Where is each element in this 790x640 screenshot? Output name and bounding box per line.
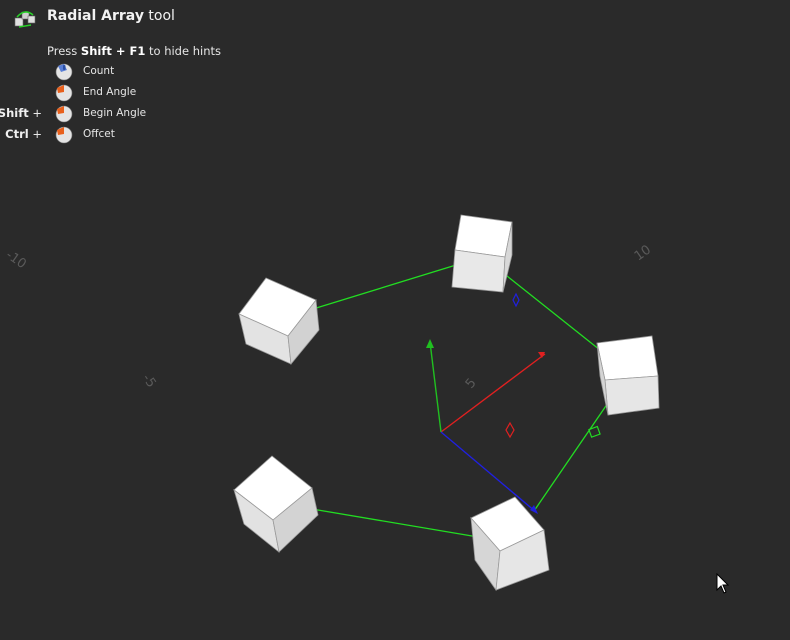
array-link-line: [533, 399, 611, 512]
hide-hints-instruction: Press Shift + F1 to hide hints: [47, 44, 221, 58]
hint-row-end-angle: End Angle: [0, 82, 220, 102]
hint-row-count: Count: [0, 61, 220, 81]
hint-modifier-ctrl: Ctrl +: [5, 127, 42, 141]
gizmo-z-axis[interactable]: [440, 431, 537, 513]
gizmo-red-handle[interactable]: [505, 421, 515, 439]
hint-prefix: Press: [47, 44, 81, 58]
array-cube[interactable]: [451, 214, 513, 293]
grid-label-neg5: -5: [139, 371, 159, 390]
hint-row-offcet: Ctrl + Offcet: [0, 124, 220, 144]
array-link-lines: [311, 264, 611, 538]
gizmo-blue-handle[interactable]: [512, 292, 520, 308]
tool-title-rest: tool: [143, 8, 175, 24]
mouse-left-button-icon: [55, 126, 73, 144]
array-link-line: [311, 508, 479, 538]
gizmo-y-axis[interactable]: [429, 341, 442, 433]
mouse-left-button-icon: [55, 84, 73, 102]
array-cubes[interactable]: [233, 214, 660, 592]
array-link-line: [501, 271, 601, 351]
tool-title: Radial Array tool: [47, 8, 175, 24]
array-cube[interactable]: [233, 455, 319, 553]
mouse-scroll-icon: [55, 63, 73, 81]
hint-label-count: Count: [83, 65, 115, 77]
gizmo-y-arrow-icon[interactable]: [426, 339, 434, 348]
array-cube[interactable]: [596, 335, 660, 416]
grid-label-neg10: -10: [3, 248, 29, 272]
tool-title-bold: Radial Array: [47, 8, 144, 24]
transform-gizmo[interactable]: [426, 292, 601, 514]
hint-label-begin-angle: Begin Angle: [83, 107, 147, 119]
hint-label-offcet: Offcet: [83, 128, 115, 140]
array-cube[interactable]: [470, 496, 550, 592]
grid-label-pos10: 10: [632, 243, 654, 265]
mouse-left-button-icon: [55, 105, 73, 123]
mouse-cursor-icon: [716, 573, 730, 594]
hint-suffix: to hide hints: [145, 44, 221, 58]
radial-array-tool-icon: [14, 11, 36, 28]
hint-label-end-angle: End Angle: [83, 86, 137, 98]
hint-shortcut: Shift + F1: [80, 44, 146, 58]
array-link-line: [312, 264, 457, 310]
grid-label-pos5: 5: [463, 376, 480, 392]
3d-viewport[interactable]: -10 10 -5 5 Radial Array tool Press Shif…: [0, 0, 790, 640]
hint-row-begin-angle: Shift + Begin Angle: [0, 103, 220, 123]
hint-modifier-shift: Shift +: [0, 106, 42, 120]
tool-hints-overlay: Radial Array tool Press Shift + F1 to hi…: [0, 0, 300, 160]
gizmo-x-axis[interactable]: [440, 353, 546, 433]
array-cube[interactable]: [238, 277, 320, 365]
